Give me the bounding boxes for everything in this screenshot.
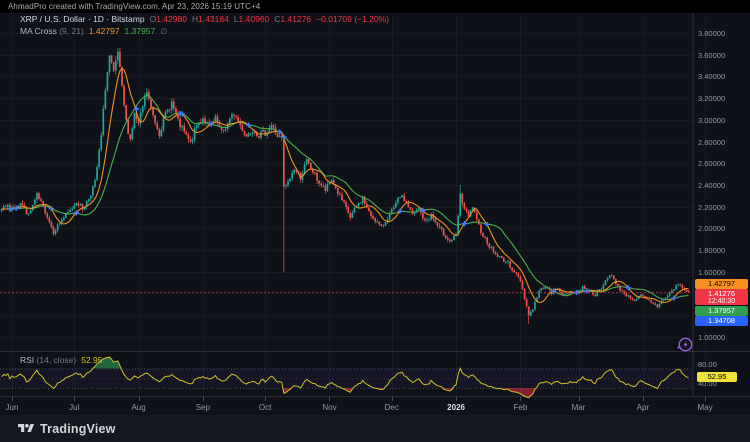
rsi-legend: RSI (14, close) 52.95 <box>20 355 103 365</box>
ohlc-o-value: O1.42980 <box>150 14 187 24</box>
attribution-bar: AhmadPro created with TradingView.com, A… <box>0 0 750 13</box>
ma-slow-value: 1.37957 <box>125 26 156 36</box>
rsi-value: 52.95 <box>81 355 102 365</box>
ma-cross-price-badge: 1.34708 <box>695 316 748 326</box>
countdown-timer: 12:40:30 <box>695 298 748 306</box>
ohlc-c-value: C1.41276 <box>274 14 311 24</box>
attribution-text: AhmadPro created with TradingView.com, A… <box>8 2 260 11</box>
ma-fast-value: 1.42797 <box>89 26 120 36</box>
ma-cross-params: (9, 21) <box>59 26 84 36</box>
tradingview-logo[interactable]: TradingView <box>18 415 116 442</box>
ma-slow-price-badge: 1.37957 <box>695 306 748 316</box>
ohlc-l-value: L1.40960 <box>234 14 269 24</box>
symbol-legend: XRP / U.S. Dollar · 1D · BitstampO1.4298… <box>20 14 389 24</box>
ma-cross-title: MA Cross <box>20 26 57 36</box>
ma-fast-price-badge: 1.42797 <box>695 279 748 289</box>
symbol-title: XRP / U.S. Dollar <box>20 14 86 24</box>
rsi-title: RSI <box>20 355 34 365</box>
price-chart-canvas[interactable] <box>0 0 750 442</box>
ma-cross-legend: MA Cross (9, 21) 1.42797 1.37957 ∅ <box>20 26 167 36</box>
ohlc-values: O1.42980 H1.43184 L1.40960 C1.41276 <box>145 14 312 24</box>
tradingview-logo-text: TradingView <box>40 422 116 436</box>
no-data-icon: ∅ <box>160 27 167 36</box>
symbol-meta: · 1D · Bitstamp <box>88 14 145 24</box>
rsi-params: (14, close) <box>37 355 77 365</box>
last-price-badge: 1.4127612:40:30 <box>695 289 748 305</box>
boost-flash-icon[interactable] <box>674 336 694 354</box>
footer-bar: TradingView <box>0 415 750 442</box>
ohlc-h-value: H1.43184 <box>192 14 229 24</box>
tradingview-snapshot: AhmadPro created with TradingView.com, A… <box>0 0 750 442</box>
rsi-value-badge: 52.95 <box>697 372 737 382</box>
tradingview-logo-mark-icon <box>18 422 34 435</box>
change-value: −0.01709 (−1.20%) <box>316 14 389 24</box>
